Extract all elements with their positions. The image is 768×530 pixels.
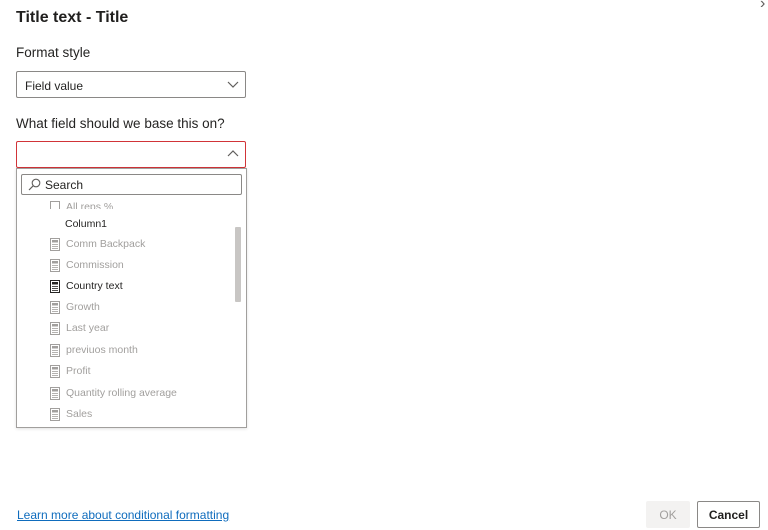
ok-button[interactable]: OK xyxy=(646,501,690,528)
chevron-down-icon xyxy=(227,81,239,88)
format-style-value: Field value xyxy=(25,79,84,93)
list-item[interactable]: Growth xyxy=(50,297,100,317)
list-item[interactable]: Column1 xyxy=(50,214,107,234)
calculator-icon xyxy=(50,237,60,251)
close-icon[interactable]: › xyxy=(760,0,765,12)
calculator-icon xyxy=(50,407,60,421)
list-item[interactable]: All reps % xyxy=(50,201,113,209)
calculator-icon xyxy=(50,364,60,378)
cancel-button[interactable]: Cancel xyxy=(697,501,760,528)
calculator-icon xyxy=(50,201,60,209)
field-select[interactable] xyxy=(16,141,246,168)
list-item[interactable]: Sales xyxy=(50,404,92,424)
list-item[interactable]: Last year xyxy=(50,318,109,338)
calculator-icon xyxy=(50,321,60,335)
dialog-title: Title text - Title xyxy=(16,9,129,26)
calculator-icon xyxy=(50,343,60,357)
scrollbar-thumb[interactable] xyxy=(235,227,241,302)
format-style-label: Format style xyxy=(16,45,91,60)
search-placeholder: Search xyxy=(45,178,84,192)
list-item[interactable]: Commission xyxy=(50,255,124,275)
calculator-icon xyxy=(50,279,60,293)
search-icon xyxy=(28,178,41,191)
list-item[interactable]: previuos month xyxy=(50,340,138,360)
format-style-select[interactable]: Field value xyxy=(16,71,246,98)
list-item[interactable]: Quantity rolling average xyxy=(50,383,177,403)
calculator-icon xyxy=(50,258,60,272)
learn-more-link[interactable]: Learn more about conditional formatting xyxy=(17,508,229,522)
field-list[interactable]: All reps % Column1 Comm Backpack Commiss… xyxy=(17,169,237,427)
list-item[interactable]: Country text xyxy=(50,276,123,296)
search-input[interactable]: Search xyxy=(21,174,242,195)
field-dropdown: All reps % Column1 Comm Backpack Commiss… xyxy=(16,168,247,428)
calculator-icon xyxy=(50,300,60,314)
field-question-label: What field should we base this on? xyxy=(16,116,225,131)
chevron-up-icon xyxy=(227,150,239,157)
list-item[interactable]: Comm Backpack xyxy=(50,234,145,254)
list-item[interactable]: Profit xyxy=(50,361,91,381)
calculator-icon xyxy=(50,386,60,400)
